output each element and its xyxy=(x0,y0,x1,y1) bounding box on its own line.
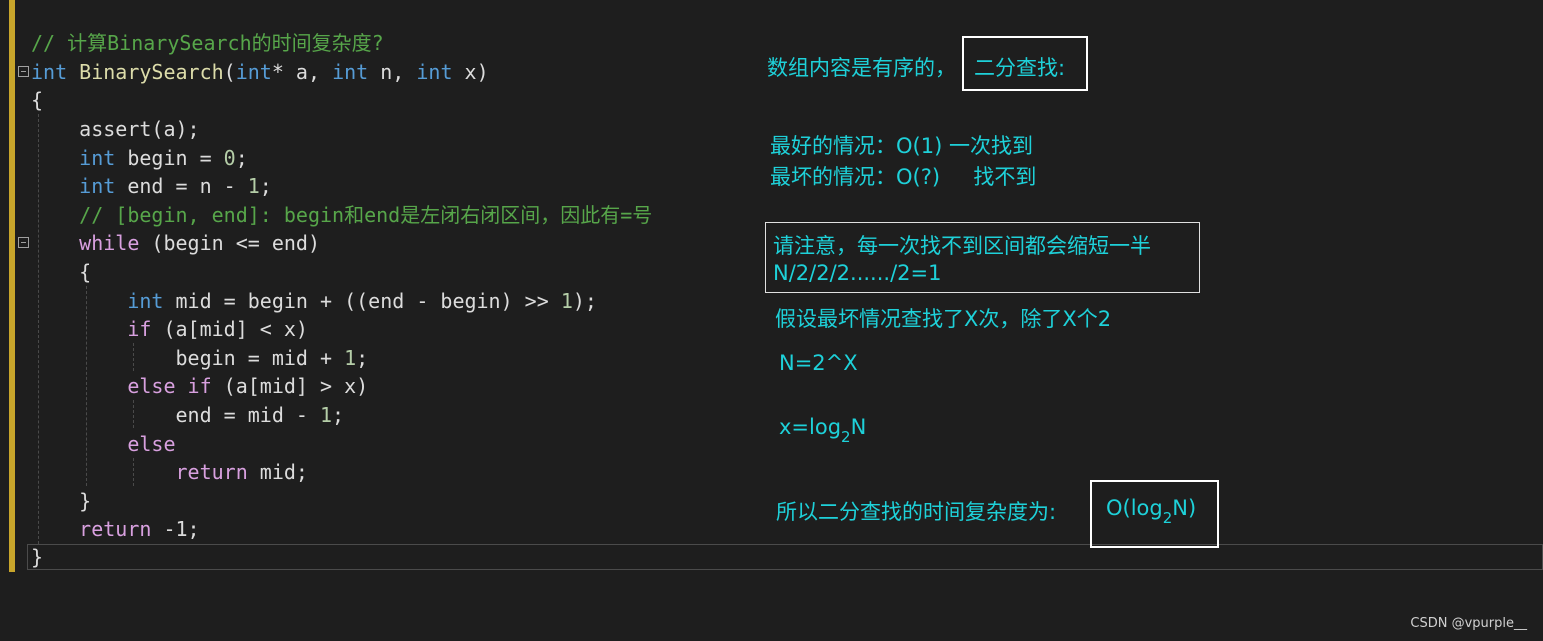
code-text: (a[mid] > x) xyxy=(211,374,369,398)
code-line-9[interactable]: { xyxy=(31,258,91,286)
param: * a, xyxy=(271,60,333,84)
code-line-7[interactable]: // [begin, end]: begin和end是左闭右闭区间，因此有=号 xyxy=(31,201,652,229)
number: 1 xyxy=(560,289,573,313)
brace: } xyxy=(79,489,92,513)
code-line-3[interactable]: { xyxy=(31,86,43,114)
annotation-intro: 数组内容是有序的， xyxy=(767,52,956,82)
annotation-division: N/2/2/2....../2=1 xyxy=(773,261,942,285)
code-line-14[interactable]: end = mid - 1; xyxy=(31,401,345,429)
change-indicator-bar xyxy=(9,0,15,572)
eq-text: O(log xyxy=(1106,496,1163,520)
collapse-function-icon[interactable] xyxy=(18,66,29,77)
code-line-12[interactable]: begin = mid + 1; xyxy=(31,344,369,372)
keyword-else: else xyxy=(127,432,176,456)
function-name: BinarySearch xyxy=(79,60,224,84)
brace: { xyxy=(79,260,92,284)
annotation-conclusion: 所以二分查找的时间复杂度为: xyxy=(776,500,1057,524)
annotation-equation-2: x=log2N xyxy=(779,415,867,446)
annotation-result: O(log2N) xyxy=(1106,496,1197,527)
code-line-19[interactable]: } xyxy=(31,543,43,571)
code-line-13[interactable]: else if (a[mid] > x) xyxy=(31,372,368,400)
annotation-best-case: 最好的情况：O(1) 一次找到 xyxy=(770,134,1033,158)
code-text: ; xyxy=(235,146,248,170)
comment: // [begin, end]: begin和end是左闭右闭区间，因此有=号 xyxy=(79,203,653,227)
brace: { xyxy=(31,88,44,112)
code-text: mid; xyxy=(247,460,308,484)
code-text: mid = begin + ((end - begin) >> xyxy=(163,289,561,313)
collapse-while-icon[interactable] xyxy=(18,237,29,248)
keyword-while: while xyxy=(79,231,140,255)
code-text: (a); xyxy=(151,117,200,141)
subscript: 2 xyxy=(1162,509,1173,527)
code-line-15[interactable]: else xyxy=(31,430,176,458)
code-text: end = n - xyxy=(115,174,248,198)
code-text: begin = xyxy=(115,146,224,170)
code-line-1[interactable]: // 计算BinarySearch的时间复杂度? xyxy=(31,29,384,57)
code-text: (a[mid] < x) xyxy=(151,317,308,341)
code-text: (begin <= end) xyxy=(139,231,321,255)
number: 1 xyxy=(247,174,260,198)
keyword-if: if xyxy=(187,374,212,398)
eq-text: x=log xyxy=(779,415,842,439)
number: 0 xyxy=(223,146,236,170)
keyword-int: int xyxy=(127,289,164,313)
annotation-text: 数组内容是有序的， xyxy=(767,56,956,80)
code-text: ); xyxy=(572,289,597,313)
punct: ( xyxy=(223,60,236,84)
code-text: end = mid - xyxy=(175,403,320,427)
annotation-attention: 请注意，每一次找不到区间都会缩短一半 xyxy=(773,234,1151,258)
keyword-else: else xyxy=(127,374,176,398)
keyword-return: return xyxy=(175,460,248,484)
keyword-if: if xyxy=(127,317,152,341)
number: 1 xyxy=(344,346,357,370)
eq-text: N) xyxy=(1172,496,1197,520)
function-call: assert xyxy=(79,117,152,141)
code-line-17[interactable]: } xyxy=(31,487,91,515)
annotation-worst-case: 最坏的情况：O(?) 找不到 xyxy=(770,165,1037,189)
keyword-int: int xyxy=(235,60,272,84)
annotation-binary-search: 二分查找: xyxy=(974,56,1066,80)
code-line-11[interactable]: if (a[mid] < x) xyxy=(31,315,308,343)
annotation-assume: 假设最坏情况查找了X次，除了X个2 xyxy=(775,307,1112,331)
code-line-6[interactable]: int end = n - 1; xyxy=(31,172,272,200)
code-line-5[interactable]: int begin = 0; xyxy=(31,144,248,172)
eq-text: N xyxy=(850,415,867,439)
keyword-int: int xyxy=(79,174,116,198)
code-text: -1; xyxy=(151,517,200,541)
keyword-int: int xyxy=(31,60,68,84)
keyword-int: int xyxy=(416,60,453,84)
code-line-16[interactable]: return mid; xyxy=(31,458,308,486)
param: n, xyxy=(368,60,417,84)
keyword-return: return xyxy=(79,517,152,541)
code-line-2[interactable]: int BinarySearch(int* a, int n, int x) xyxy=(31,58,489,86)
code-text: ; xyxy=(332,403,345,427)
code-text: ; xyxy=(259,174,272,198)
param: x) xyxy=(452,60,489,84)
subscript: 2 xyxy=(841,428,851,446)
code-text: ; xyxy=(356,346,369,370)
watermark: CSDN @vpurple__ xyxy=(1410,616,1527,631)
code-line-18[interactable]: return -1; xyxy=(31,515,200,543)
code-text: begin = mid + xyxy=(175,346,345,370)
code-line-10[interactable]: int mid = begin + ((end - begin) >> 1); xyxy=(31,287,597,315)
number: 1 xyxy=(320,403,333,427)
annotation-equation-1: N=2^X xyxy=(779,351,858,375)
brace: } xyxy=(31,545,44,569)
keyword-int: int xyxy=(79,146,116,170)
comment: // 计算BinarySearch的时间复杂度? xyxy=(31,31,384,55)
keyword-int: int xyxy=(332,60,369,84)
current-line-highlight xyxy=(27,544,1543,570)
code-line-8[interactable]: while (begin <= end) xyxy=(31,229,320,257)
code-line-4[interactable]: assert(a); xyxy=(31,115,200,143)
